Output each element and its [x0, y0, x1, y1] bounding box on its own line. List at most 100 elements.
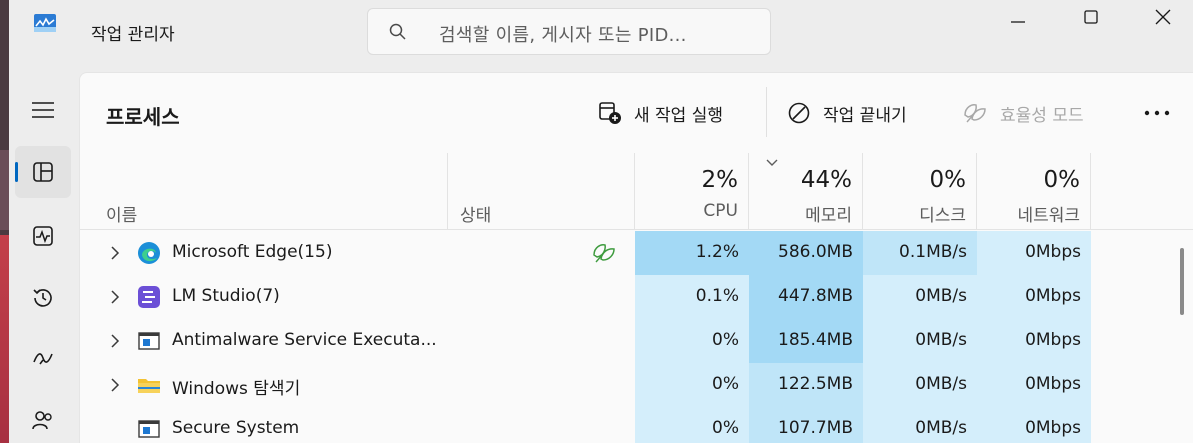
memory-value: 447.8MB	[778, 286, 853, 306]
network-cell: 0Mbps	[977, 231, 1091, 275]
process-name: LM Studio(7)	[172, 286, 280, 306]
users-icon	[32, 411, 52, 430]
disk-value: 0MB/s	[915, 374, 967, 394]
network-cell: 0Mbps	[977, 275, 1091, 319]
memory-label: 메모리	[805, 206, 852, 226]
memory-cell: 185.4MB	[749, 319, 863, 363]
run-new-task-button[interactable]: 새 작업 실행	[598, 95, 723, 131]
search-input[interactable]: 검색할 이름, 게시자 또는 PID...	[367, 8, 771, 55]
disk-cell: 0MB/s	[863, 319, 977, 363]
network-value: 0Mbps	[1025, 242, 1081, 262]
vertical-scrollbar[interactable]	[1180, 248, 1184, 315]
memory-cell: 122.5MB	[749, 363, 863, 407]
cpu-cell: 0.1%	[635, 275, 749, 319]
cpu-value: 0.1%	[695, 286, 739, 306]
disk-value: 0MB/s	[915, 330, 967, 350]
cpu-value: 1.2%	[695, 242, 739, 262]
memory-value: 185.4MB	[778, 330, 853, 350]
process-name: Windows 탐색기	[172, 379, 301, 399]
sort-descending-icon	[766, 159, 778, 166]
network-cell: 0Mbps	[977, 363, 1091, 407]
cpu-value: 0%	[712, 330, 739, 350]
end-task-label: 작업 끝내기	[823, 105, 907, 126]
close-button[interactable]	[1140, 0, 1186, 34]
nav-startup-apps[interactable]	[15, 332, 71, 384]
nav-menu-button[interactable]	[15, 84, 71, 136]
network-value: 0Mbps	[1025, 330, 1081, 350]
memory-value: 122.5MB	[778, 374, 853, 394]
column-header-status[interactable]: 상태	[448, 153, 635, 230]
cpu-value: 0%	[712, 374, 739, 394]
edge-icon	[137, 241, 161, 265]
search-placeholder: 검색할 이름, 게시자 또는 PID...	[439, 25, 687, 46]
process-row[interactable]: Microsoft Edge(15) 1.2% 586.0MB 0.1MB/s 0Mbp…	[80, 231, 1193, 275]
more-options-icon	[1144, 110, 1170, 116]
nav-users[interactable]	[15, 394, 71, 443]
expand-chevron-icon[interactable]	[110, 289, 120, 308]
cpu-cell: 1.2%	[635, 231, 749, 275]
efficiency-mode-label: 효율성 모드	[1000, 105, 1084, 126]
network-cell: 0Mbps	[977, 319, 1091, 363]
disk-value: 0.1MB/s	[899, 242, 967, 262]
run-new-task-icon	[599, 102, 621, 124]
process-row[interactable]: Secure System 0% 107.7MB 0MB/s 0Mbps	[80, 407, 1193, 443]
efficiency-mode-icon	[591, 241, 617, 269]
column-header-memory[interactable]: 44% 메모리	[749, 153, 863, 230]
memory-total-percent: 44%	[800, 167, 852, 193]
service-window-icon	[137, 329, 161, 353]
toolbar-divider	[766, 87, 767, 137]
disk-cell: 0.1MB/s	[863, 231, 977, 275]
more-options-button[interactable]	[1142, 103, 1172, 123]
hamburger-icon	[32, 102, 54, 118]
cpu-label: CPU	[703, 201, 738, 221]
app-title: 작업 관리자	[91, 25, 175, 45]
nav-processes[interactable]	[15, 146, 71, 198]
maximize-icon	[1084, 10, 1098, 24]
process-name: Secure System	[172, 418, 300, 438]
memory-cell: 447.8MB	[749, 275, 863, 319]
disk-total-percent: 0%	[929, 167, 967, 193]
network-value: 0Mbps	[1025, 374, 1081, 394]
disk-label: 디스크	[919, 206, 966, 226]
folder-icon	[137, 373, 161, 397]
cpu-value: 0%	[712, 418, 739, 438]
startup-apps-icon	[33, 353, 53, 365]
disk-cell: 0MB/s	[863, 407, 977, 443]
column-status-label: 상태	[460, 206, 492, 226]
minimize-icon	[1011, 21, 1025, 23]
title-bar: 작업 관리자 검색할 이름, 게시자 또는 PID...	[9, 0, 1193, 70]
disk-cell: 0MB/s	[863, 363, 977, 407]
close-icon	[1155, 9, 1171, 25]
column-header-row: 이름 상태 2% CPU 44% 메모리 0% 디스크 0% 네트워크	[80, 153, 1193, 230]
end-task-icon	[788, 102, 810, 124]
process-row[interactable]: LM Studio(7) 0.1% 447.8MB 0MB/s 0Mbps	[80, 275, 1193, 319]
processes-panel: 프로세스 새 작업 실행 작업 끝내기 효율성 모드 이름 상태 2% CPU …	[79, 72, 1193, 443]
nav-app-history[interactable]	[15, 272, 71, 324]
memory-cell: 586.0MB	[749, 231, 863, 275]
column-header-disk[interactable]: 0% 디스크	[863, 153, 977, 230]
expand-chevron-icon[interactable]	[110, 245, 120, 264]
disk-value: 0MB/s	[915, 418, 967, 438]
process-row[interactable]: Windows 탐색기 0% 122.5MB 0MB/s 0Mbps	[80, 363, 1193, 407]
app-history-icon	[33, 289, 52, 307]
expand-chevron-icon[interactable]	[110, 377, 120, 396]
end-task-button[interactable]: 작업 끝내기	[787, 95, 907, 131]
expand-chevron-icon[interactable]	[110, 333, 120, 352]
process-name: Antimalware Service Executa...	[172, 330, 437, 350]
network-cell: 0Mbps	[977, 407, 1091, 443]
process-row[interactable]: Antimalware Service Executa... 0% 185.4MB 0…	[80, 319, 1193, 363]
nav-performance[interactable]	[15, 210, 71, 262]
maximize-button[interactable]	[1068, 0, 1114, 34]
column-header-name[interactable]: 이름	[80, 153, 448, 230]
memory-cell: 107.7MB	[749, 407, 863, 443]
network-total-percent: 0%	[1043, 167, 1081, 193]
cpu-total-percent: 2%	[701, 167, 739, 193]
memory-value: 586.0MB	[778, 242, 853, 262]
lm-studio-icon	[137, 285, 161, 309]
efficiency-mode-button[interactable]: 효율성 모드	[962, 95, 1084, 131]
column-header-network[interactable]: 0% 네트워크	[977, 153, 1091, 230]
disk-value: 0MB/s	[915, 286, 967, 306]
disk-cell: 0MB/s	[863, 275, 977, 319]
minimize-button[interactable]	[995, 0, 1041, 34]
column-header-cpu[interactable]: 2% CPU	[635, 153, 749, 230]
